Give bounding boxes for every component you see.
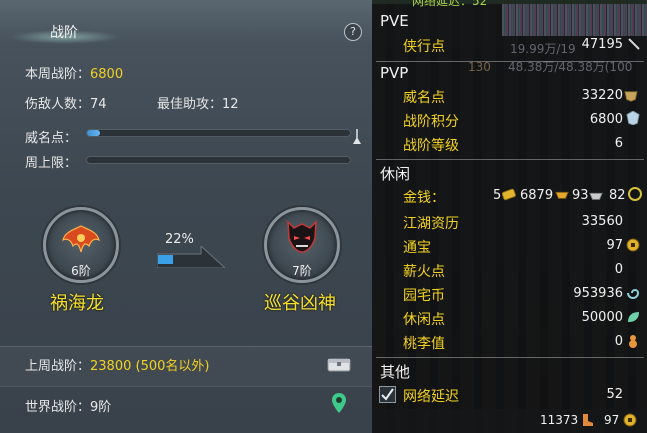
- top-status-text: 网络延迟：52: [412, 0, 488, 8]
- dragon-emblem-icon: [62, 225, 100, 253]
- coin-icon: [628, 187, 642, 201]
- world-rank-row: 世界战阶：9阶: [25, 396, 111, 415]
- section-divider: [376, 61, 644, 62]
- tongbao-value: 97: [606, 238, 623, 253]
- xinhuo-label: 薪火点: [403, 264, 445, 280]
- chivalry-label: 侠行点: [403, 39, 445, 55]
- weekly-rank-value: 6800: [90, 67, 124, 82]
- panel-title: 战阶: [50, 25, 78, 41]
- current-rank-level: 6阶: [71, 264, 91, 278]
- checkmark-icon: [381, 388, 394, 401]
- taoli-value: 0: [614, 334, 623, 349]
- demon-mask-icon: [287, 220, 317, 253]
- last-week-row: 上周战阶：23800 (500名以外): [25, 355, 209, 374]
- money-extra: 82: [609, 188, 626, 203]
- cap-marker-icon: [353, 129, 361, 144]
- location-pin-icon[interactable]: [332, 393, 346, 413]
- advance-progress-fill: [158, 255, 173, 264]
- next-rank-level: 7阶: [292, 264, 312, 278]
- prestige-points-label: 威名点: [403, 90, 445, 106]
- section-pvp-title: PVP: [380, 64, 409, 82]
- weekly-rank-row: 本周战阶：6800: [25, 63, 123, 82]
- next-rank-medal[interactable]: 7阶: [264, 207, 340, 283]
- jianghu-value: 33560: [581, 214, 623, 229]
- rank-score-label: 战阶积分: [403, 114, 459, 130]
- money-silver: 6879: [520, 188, 554, 203]
- section-other-title: 其他: [380, 363, 411, 381]
- copper-coin-icon: [626, 238, 640, 252]
- current-rank-medal[interactable]: 6阶: [43, 207, 119, 283]
- assists-value: 12: [222, 97, 239, 112]
- leaf-icon: [628, 312, 639, 322]
- chest-icon[interactable]: [327, 356, 351, 372]
- estate-coin-label: 园宅币: [403, 288, 445, 304]
- rank-panel: 战阶 ? 本周战阶：6800 伤敌人数：74 最佳助攻：12 威名点： 周上限：…: [0, 0, 372, 433]
- panel-header: 战阶 ?: [0, 0, 372, 48]
- assists-row: 最佳助攻：12: [157, 93, 239, 112]
- money-gold: 5: [493, 188, 502, 203]
- weekly-cap-progress-bar: [86, 156, 351, 164]
- prestige-label: 威名点：: [25, 131, 78, 146]
- spiral-coin-icon: [627, 289, 640, 299]
- boot-icon: [583, 414, 593, 426]
- prestige-progress-fill: [87, 130, 101, 136]
- section-leisure-title: 休闲: [380, 165, 411, 183]
- estate-coin-value: 953936: [573, 286, 623, 301]
- money-label: 金钱：: [403, 190, 445, 206]
- last-week-label: 上周战阶：: [25, 359, 91, 374]
- currency-panel: 网络延迟：52 19.99万/19 48.38万/48.38万(100 130 …: [372, 0, 647, 433]
- chivalry-value: 47195: [581, 37, 623, 52]
- section-divider: [376, 357, 644, 358]
- mask-token-icon: [624, 91, 638, 102]
- last-week-value: 23800 (500名以外): [90, 359, 210, 374]
- hp-readout: 19.99万/19: [510, 42, 576, 56]
- gourd-icon: [629, 335, 637, 348]
- section-pve-title: PVE: [380, 12, 409, 30]
- help-button[interactable]: ?: [344, 23, 362, 41]
- crest-icon: [626, 111, 640, 125]
- jianghu-label: 江湖资历: [403, 216, 459, 232]
- leisure-points-value: 50000: [581, 310, 623, 325]
- latency-label: 网络延迟: [403, 389, 459, 405]
- divider: [0, 386, 372, 387]
- rank-level-label: 战阶等级: [403, 138, 459, 154]
- advance-percent: 22%: [165, 232, 194, 247]
- kills-value: 74: [90, 97, 107, 112]
- section-divider: [376, 159, 644, 160]
- money-copper: 93: [572, 188, 589, 203]
- leisure-points-label: 休闲点: [403, 312, 445, 328]
- current-rank-name: 祸海龙: [50, 293, 104, 314]
- xinhuo-value: 0: [614, 262, 623, 277]
- level-badge: 130: [468, 60, 491, 74]
- rank-level-value: 6: [614, 136, 623, 151]
- rank-score-value: 6800: [589, 112, 623, 127]
- weekly-cap-label: 周上限：: [25, 156, 78, 171]
- sword-icon: [628, 38, 640, 50]
- footer-bar: 11373 97: [372, 409, 647, 433]
- latency-value: 52: [606, 387, 623, 402]
- copper-ingot-icon: [589, 192, 603, 200]
- prestige-progress-bar: [86, 129, 351, 137]
- kills-row: 伤敌人数：74: [25, 93, 107, 112]
- prestige-points-value: 33220: [581, 88, 623, 103]
- footer-value-2: 97: [604, 413, 620, 427]
- footer-value-1: 11373: [540, 413, 579, 427]
- weekly-rank-label: 本周战阶：: [25, 67, 91, 82]
- silver-ingot-icon: [555, 191, 569, 199]
- assists-label: 最佳助攻：: [157, 97, 223, 112]
- footer-coin-icon: [623, 413, 637, 427]
- tongbao-label: 通宝: [403, 240, 431, 256]
- world-rank-label: 世界战阶：: [25, 400, 91, 415]
- taoli-label: 桃李值: [403, 336, 445, 352]
- gold-ingot-icon: [502, 188, 516, 201]
- next-rank-name: 巡谷凶神: [264, 293, 336, 314]
- kills-label: 伤敌人数：: [25, 97, 91, 112]
- world-rank-value: 9阶: [90, 400, 112, 415]
- latency-checkbox[interactable]: [379, 386, 396, 403]
